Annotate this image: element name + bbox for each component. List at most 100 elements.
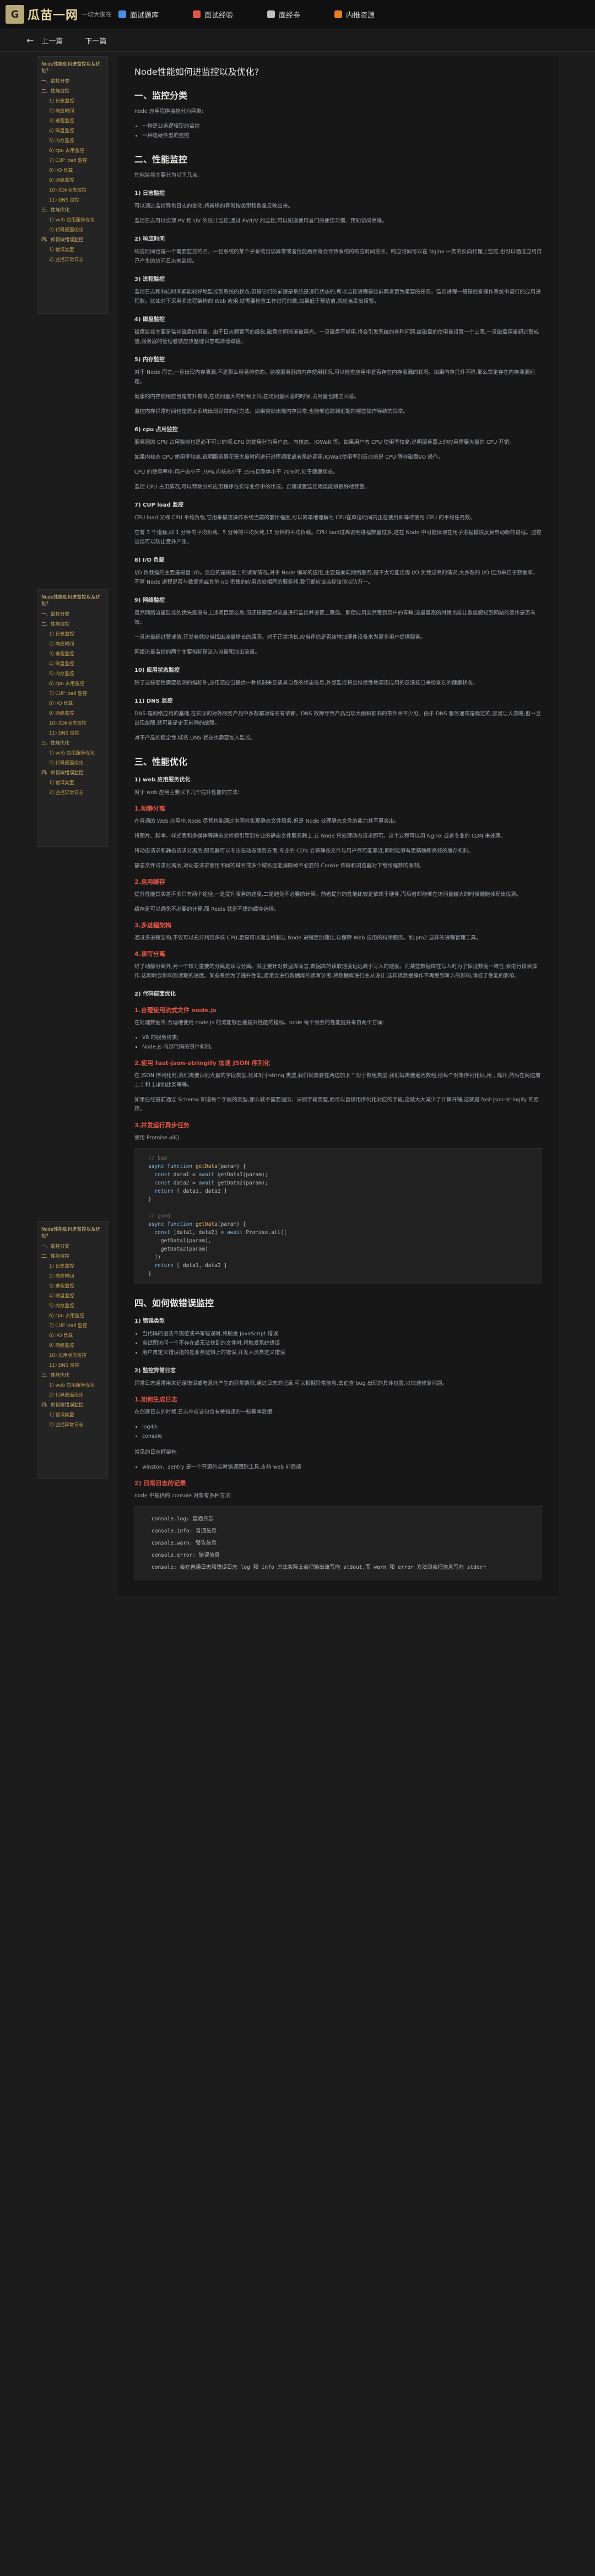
toc-item[interactable]: 1) 错误类型 xyxy=(41,1410,104,1420)
toc-item[interactable]: 9) 网络监控 xyxy=(41,1341,104,1351)
toc-item[interactable]: 10) 应用状态监控 xyxy=(41,719,104,729)
toc-item[interactable]: 5) 内存监控 xyxy=(41,669,104,679)
nav-item-referrals[interactable]: 内推资源 xyxy=(334,9,375,20)
toc-item[interactable]: 2) 监控异常日志 xyxy=(41,255,104,265)
toc-item[interactable]: 10) 应用状态监控 xyxy=(41,1351,104,1361)
toc-item[interactable]: 11) DNS 监控 xyxy=(41,195,104,205)
toc-item[interactable]: 一、监控分类 xyxy=(41,610,104,619)
list-item: Node.js 内部代码的事件机制。 xyxy=(142,1042,542,1052)
toc-item[interactable]: 2) 响应时间 xyxy=(41,1271,104,1281)
toc-item[interactable]: 四、如何做错误监控 xyxy=(41,1400,104,1410)
paragraph: 通过多进程架构,不仅可以充分利用多核 CPU,更是可以建立机制让 Node 进程… xyxy=(134,935,482,941)
toc-item[interactable]: 11) DNS 监控 xyxy=(41,729,104,738)
toc-item[interactable]: 2) 监控异常日志 xyxy=(41,788,104,798)
list-item: 当试图访问一个不存在或无法找到的文件时,将触发系统错误 xyxy=(142,1339,542,1348)
toc-item[interactable]: 1) web 应用服务优化 xyxy=(41,748,104,758)
code-line: console.warn: 警告信息 xyxy=(148,1538,528,1548)
article-title: Node性能如何进监控以及优化? xyxy=(134,67,259,77)
paragraph: 将图片、脚本、样式表和多媒体等静态文件都引导到专业的静态文件服务器上,让 Nod… xyxy=(134,833,506,839)
back-arrow-icon[interactable]: ← xyxy=(26,35,34,46)
sub-heading: 10) 应用状态监控 xyxy=(134,667,180,673)
toc-item[interactable]: 9) 网络监控 xyxy=(41,709,104,719)
toc-item[interactable]: 四、如何做错误监控 xyxy=(41,768,104,778)
paragraph: 虽然网络流量监控的优先级没有上述项目那么高,但还是需要对流量进行监控并设置上限值… xyxy=(134,610,536,626)
toc-item[interactable]: 6) cpu 占用监控 xyxy=(41,679,104,689)
sub-heading: 6) cpu 占用监控 xyxy=(134,427,178,433)
nav-item-questions[interactable]: 面试题库 xyxy=(118,9,159,20)
toc-item[interactable]: 二、性能监控 xyxy=(41,86,104,96)
toc-item[interactable]: 1) 错误类型 xyxy=(41,778,104,788)
highlight-heading: 1.如何生成日志 xyxy=(134,1396,177,1403)
toc-item[interactable]: 4) 磁盘监控 xyxy=(41,659,104,669)
toc-item[interactable]: 1) 错误类型 xyxy=(41,245,104,255)
toc-item[interactable]: 二、性能监控 xyxy=(41,1252,104,1262)
prev-article-link[interactable]: 上一篇 xyxy=(41,35,63,46)
toc-item[interactable]: 三、性能优化 xyxy=(41,205,104,215)
section-heading: 一、监控分类 xyxy=(134,90,188,101)
toc-item[interactable]: 2) 监控异常日志 xyxy=(41,1420,104,1430)
paragraph: 在普通的 Web 应用中,Node 尽管也能通过中间件实现静态文件服务,但是 N… xyxy=(134,818,399,824)
toc-item[interactable]: 三、性能优化 xyxy=(41,1371,104,1381)
paragraph: 网络流量监控的两个主要指标是流入流量和流出流量。 xyxy=(134,649,261,655)
paragraph: node 中提供的 console 对象有多种方法: xyxy=(134,1493,232,1499)
highlight-heading: 3.多进程架构 xyxy=(134,922,171,929)
toc-item[interactable]: 9) 网络监控 xyxy=(41,176,104,186)
toc-title[interactable]: Node性能如何进监控以及优化? xyxy=(41,61,104,74)
paragraph: 可以通过监控异常日志的变动,将新增的异常按类型和数量反映出来。 xyxy=(134,203,294,209)
section-heading: 四、如何做错误监控 xyxy=(134,1298,214,1308)
paragraph: 对于 web 应用主要以下几个提升性能的方法: xyxy=(134,790,240,796)
paragraph: 监控 CPU 占用情况,可以帮助分析应用程序在实际业务中的状况。合理设置监控阈值… xyxy=(134,484,370,490)
sub-heading: 7) CUP load 监控 xyxy=(134,502,183,508)
toc-item[interactable]: 5) 内存监控 xyxy=(41,1301,104,1311)
toc-item[interactable]: 三、性能优化 xyxy=(41,738,104,748)
toc-item[interactable]: 7) CUP load 监控 xyxy=(41,1321,104,1331)
toc-title[interactable]: Node性能如何进监控以及优化? xyxy=(41,594,104,607)
toc-item[interactable]: 6) cpu 占用监控 xyxy=(41,1311,104,1321)
top-navbar: G 瓜苗一网 一切大家在 面试题库 面试经验 面经卷 内推资源 xyxy=(0,0,595,29)
article-content: Node性能如何进监控以及优化? 一、监控分类 node 应用程序监控分为两类:… xyxy=(118,56,559,1596)
article-toolbar: ← 上一篇 下一篇 xyxy=(0,29,595,52)
toc-item[interactable]: 1) 日志监控 xyxy=(41,96,104,106)
next-article-link[interactable]: 下一篇 xyxy=(85,35,106,46)
toc-item[interactable]: 3) 进程监控 xyxy=(41,116,104,126)
paragraph: 在 JSON 序列化时,我们需要识别大量的字段类型,比如对于string 类型,… xyxy=(134,1073,540,1088)
toc-title[interactable]: Node性能如何进监控以及优化? xyxy=(41,1226,104,1240)
toc-item[interactable]: 10) 应用状态监控 xyxy=(41,186,104,195)
toc-item[interactable]: 四、如何做错误监控 xyxy=(41,235,104,245)
paragraph: 静态文件请求分离后,对动态请求使用不同的域名或多个域名还能消除掉不必要的 Coo… xyxy=(134,863,424,869)
toc-item[interactable]: 2) 代码层面优化 xyxy=(41,225,104,235)
toc-item[interactable]: 1) web 应用服务优化 xyxy=(41,1381,104,1390)
paragraph: 监控内存异常时间也是防止系统出现异常的好方法。如果突然出现内存异常,也能够追踪到… xyxy=(134,409,409,415)
toc-item[interactable]: 6) cpu 占用监控 xyxy=(41,146,104,156)
toc-item[interactable]: 11) DNS 监控 xyxy=(41,1361,104,1371)
toc-item[interactable]: 3) 进程监控 xyxy=(41,649,104,659)
toc-item[interactable]: 1) 日志监控 xyxy=(41,1262,104,1271)
toc-item[interactable]: 一、监控分类 xyxy=(41,77,104,86)
sub-heading: 5) 内存监控 xyxy=(134,357,165,363)
toc-item[interactable]: 4) 磁盘监控 xyxy=(41,1291,104,1301)
toc-sidebar: Node性能如何进监控以及优化? 一、监控分类 二、性能监控 1) 日志监控 2) 响应… xyxy=(37,56,108,1596)
code-line: console: 会在普通日志和错误日志 log 和 info 方法实际上会把输… xyxy=(148,1562,528,1573)
toc-item[interactable]: 8) I/O 负载 xyxy=(41,699,104,709)
toc-item[interactable]: 2) 代码层面优化 xyxy=(41,1390,104,1400)
toc-item[interactable]: 二、性能监控 xyxy=(41,619,104,629)
nav-item-experience[interactable]: 面试经验 xyxy=(193,9,233,20)
toc-item[interactable]: 7) CUP load 监控 xyxy=(41,156,104,166)
nav-item-notes[interactable]: 面经卷 xyxy=(267,9,300,20)
toc-item[interactable]: 2) 代码层面优化 xyxy=(41,758,104,768)
toc-item[interactable]: 1) web 应用服务优化 xyxy=(41,215,104,225)
toc-item[interactable]: 7) CUP load 监控 xyxy=(41,689,104,699)
toc-item[interactable]: 一、监控分类 xyxy=(41,1242,104,1252)
toc-item[interactable]: 1) 日志监控 xyxy=(41,629,104,639)
toc-item[interactable]: 2) 响应时间 xyxy=(41,106,104,116)
toc-item[interactable]: 8) I/O 负载 xyxy=(41,1331,104,1341)
code-block: console.log: 普通日志 console.info: 普通信息 con… xyxy=(134,1506,542,1580)
toc-item[interactable]: 2) 响应时间 xyxy=(41,639,104,649)
toc-item[interactable]: 5) 内存监控 xyxy=(41,136,104,146)
toc-item[interactable]: 4) 磁盘监控 xyxy=(41,126,104,136)
toc-item[interactable]: 8) I/O 负载 xyxy=(41,166,104,176)
list-item: console xyxy=(142,1432,542,1441)
toc-item[interactable]: 3) 进程监控 xyxy=(41,1281,104,1291)
sub-heading: 3) 进程监控 xyxy=(134,276,165,282)
site-logo[interactable]: G 瓜苗一网 一切大家在 xyxy=(6,5,118,24)
